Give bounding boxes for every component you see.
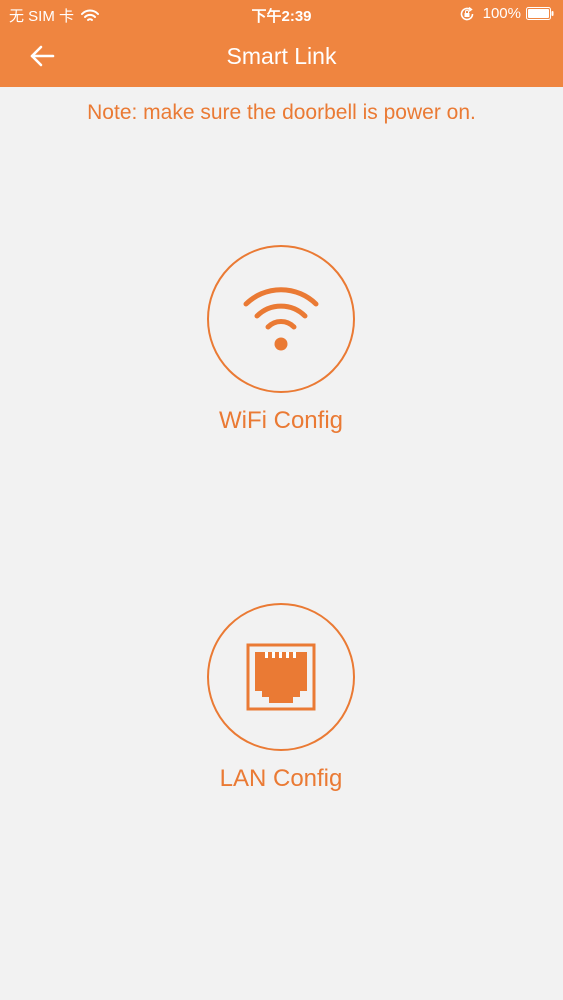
status-right: 100% xyxy=(459,5,554,22)
page-title: Smart Link xyxy=(226,43,337,69)
lan-config-circle[interactable] xyxy=(207,603,355,751)
rotation-lock-icon xyxy=(459,6,475,22)
ethernet-port-icon xyxy=(246,643,316,711)
battery-percent: 100% xyxy=(482,5,521,22)
wifi-icon xyxy=(243,287,319,351)
wifi-config-label: WiFi Config xyxy=(218,407,344,434)
header: 无 SIM 卡 下午2:39 100% Smart Link xyxy=(0,0,563,87)
lan-config-button[interactable]: LAN Config xyxy=(181,603,381,793)
wifi-config-button[interactable]: WiFi Config xyxy=(181,245,381,435)
nav-bar: Smart Link xyxy=(0,30,563,87)
lan-config-label: LAN Config xyxy=(219,765,343,792)
battery-icon xyxy=(526,7,554,20)
status-bar: 无 SIM 卡 下午2:39 100% xyxy=(0,0,563,30)
wifi-config-circle[interactable] xyxy=(207,245,355,393)
power-note: Note: make sure the doorbell is power on… xyxy=(87,101,476,124)
